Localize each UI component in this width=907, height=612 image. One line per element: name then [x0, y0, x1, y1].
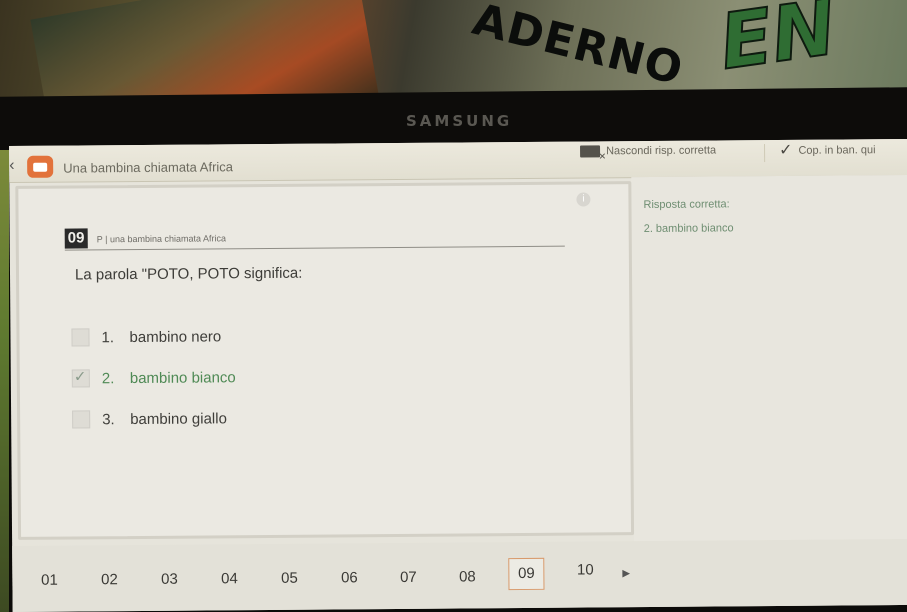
background-desk: ADERNO EN	[0, 0, 907, 100]
question-number: 09	[64, 228, 88, 249]
option-1[interactable]: 1. bambino nero	[71, 327, 222, 347]
book-cover-logo: EN	[713, 0, 842, 88]
option-label: bambino bianco	[129, 368, 236, 387]
divider	[64, 245, 565, 251]
option-number: 2.	[101, 369, 115, 387]
option-label: bambino nero	[129, 327, 222, 346]
page-01[interactable]: 01	[32, 566, 66, 596]
option-2[interactable]: 2. bambino bianco	[71, 368, 236, 388]
correct-answer-label: Risposta corretta:	[643, 198, 730, 212]
hide-answer-button[interactable]: Nascondi risp. corretta	[580, 144, 717, 158]
hide-answer-label: Nascondi risp. corretta	[606, 144, 717, 158]
question-card: i 09 P | una bambina chiamata Africa La …	[15, 181, 635, 540]
back-icon[interactable]: ‹	[9, 157, 23, 174]
page-04[interactable]: 04	[212, 564, 246, 594]
page-02[interactable]: 02	[92, 565, 126, 595]
info-icon[interactable]: i	[576, 192, 591, 207]
book-cover-text: ADERNO	[467, 0, 689, 96]
toolbar-divider	[764, 144, 766, 163]
page-05[interactable]: 05	[272, 564, 306, 594]
question-source: P | una bambina chiamata Africa	[96, 233, 227, 245]
option-number: 3.	[102, 410, 115, 428]
device-brand: SAMSUNG	[406, 112, 513, 130]
triangle-right-icon[interactable]: ▶	[622, 568, 630, 579]
book-cover	[30, 0, 380, 100]
question-text: La parola "POTO, POTO significa:	[74, 264, 303, 284]
page-09-active[interactable]: 09	[508, 557, 545, 591]
app-screen: ‹ Una bambina chiamata Africa Nascondi r…	[9, 138, 907, 612]
page-07[interactable]: 07	[391, 563, 425, 593]
page-03[interactable]: 03	[152, 565, 186, 595]
checkbox[interactable]	[72, 410, 91, 429]
checkbox[interactable]	[71, 328, 90, 347]
left-edge	[0, 150, 9, 612]
option-label: bambino giallo	[130, 409, 227, 428]
checkbox-checked[interactable]	[71, 369, 90, 388]
correct-answer-value: 2. bambino bianco	[643, 222, 734, 236]
option-number: 1.	[101, 328, 115, 346]
document-title: Una bambina chiamata Africa	[63, 159, 234, 176]
app-logo-icon[interactable]	[27, 155, 54, 178]
question-pager: 01 02 03 04 05 06 07 08 09 10 ▶	[12, 538, 907, 612]
option-3[interactable]: 3. bambino giallo	[72, 409, 227, 429]
copy-label: Cop. in ban. qui	[798, 144, 876, 157]
copy-button[interactable]: ✓ Cop. in ban. qui	[778, 141, 876, 159]
page-08[interactable]: 08	[450, 562, 484, 592]
page-10[interactable]: 10	[568, 555, 602, 585]
image-hide-icon	[580, 145, 601, 158]
page-06[interactable]: 06	[332, 563, 366, 593]
check-icon: ✓	[778, 141, 793, 159]
